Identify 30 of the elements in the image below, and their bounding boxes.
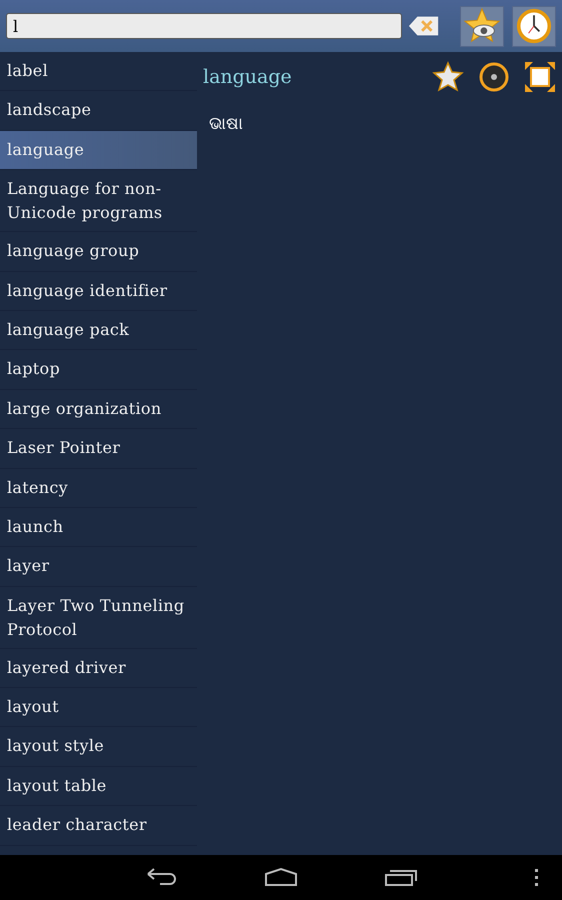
word-item[interactable]: language identifier xyxy=(0,272,197,311)
recent-apps-icon[interactable] xyxy=(384,867,418,887)
headword: language xyxy=(203,66,293,88)
word-item[interactable]: Language for non-Unicode programs xyxy=(0,170,197,232)
fullscreen-icon[interactable] xyxy=(524,61,556,93)
word-item[interactable]: language group xyxy=(0,232,197,272)
translation: ଭାଷା xyxy=(208,113,244,136)
history-button[interactable] xyxy=(512,6,556,46)
speaker-icon[interactable] xyxy=(478,61,510,93)
word-item[interactable]: layout xyxy=(0,688,197,728)
word-item[interactable]: layout table xyxy=(0,766,197,806)
word-item[interactable]: label xyxy=(0,52,197,92)
word-item[interactable]: language xyxy=(0,130,197,170)
favorites-button[interactable] xyxy=(460,6,504,46)
home-icon[interactable] xyxy=(264,867,298,887)
search-field[interactable]: l xyxy=(6,13,402,39)
clear-icon[interactable] xyxy=(408,14,440,38)
word-item[interactable]: latency xyxy=(0,468,197,508)
word-item[interactable]: leader character xyxy=(0,806,197,846)
word-item[interactable]: large organization xyxy=(0,390,197,430)
star-icon[interactable] xyxy=(432,61,464,93)
word-item[interactable]: language pack xyxy=(0,310,197,350)
word-item[interactable]: Layer Two Tunneling Protocol xyxy=(0,586,197,649)
word-item[interactable]: Laser Pointer xyxy=(0,429,197,469)
word-item[interactable]: layout style xyxy=(0,727,197,767)
word-item[interactable]: launch xyxy=(0,508,197,548)
word-item[interactable]: layered driver xyxy=(0,648,197,688)
word-item[interactable]: layer xyxy=(0,547,197,587)
more-icon[interactable] xyxy=(535,869,539,887)
word-item[interactable]: laptop xyxy=(0,350,197,390)
